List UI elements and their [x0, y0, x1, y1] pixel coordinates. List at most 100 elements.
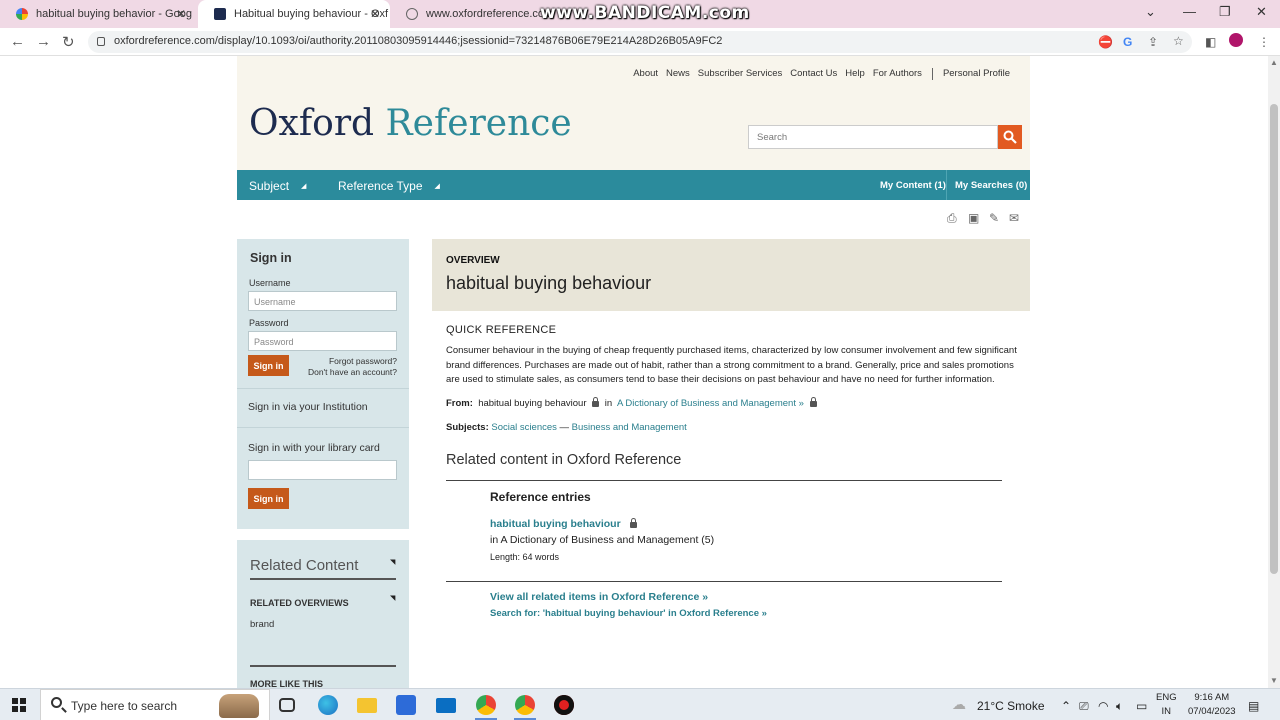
- email-icon[interactable]: ✉: [1009, 211, 1019, 225]
- weather-text[interactable]: 21°C Smoke: [977, 699, 1045, 713]
- link-contact-us[interactable]: Contact Us: [790, 68, 837, 80]
- bandicam-record-icon[interactable]: [554, 695, 574, 715]
- source-line: From: habitual buying behaviour in A Dic…: [446, 397, 1026, 409]
- reference-entry-link[interactable]: habitual buying behaviour: [490, 518, 640, 530]
- source-dictionary-link[interactable]: A Dictionary of Business and Management …: [617, 398, 804, 409]
- language-code: ENG: [1156, 692, 1177, 703]
- wifi-icon[interactable]: ◠: [1098, 699, 1108, 713]
- print-icon[interactable]: ⎙: [947, 211, 957, 226]
- page-scrollbar[interactable]: ▲ ▼: [1268, 56, 1280, 688]
- chrome-profile-icon[interactable]: [515, 695, 535, 715]
- notification-center-icon[interactable]: ▤: [1248, 699, 1259, 713]
- windows-taskbar: Type here to search ☁ 21°C Smoke ⌃ ⎚ ◠ 🔈…: [0, 688, 1280, 720]
- chrome-icon[interactable]: [476, 695, 496, 715]
- scroll-up-icon[interactable]: ▲: [1270, 58, 1278, 67]
- link-help[interactable]: Help: [845, 68, 865, 80]
- link-personal-profile[interactable]: Personal Profile: [943, 68, 1010, 80]
- back-icon[interactable]: ←: [10, 33, 25, 50]
- profile-avatar-icon[interactable]: [1229, 33, 1243, 47]
- meet-now-icon[interactable]: ⎚: [1079, 699, 1089, 714]
- save-icon[interactable]: ▣: [968, 211, 979, 225]
- view-all-related-link[interactable]: View all related items in Oxford Referen…: [490, 591, 708, 603]
- subject-link-social-sciences[interactable]: Social sciences: [491, 422, 556, 433]
- subject-link-business[interactable]: Business and Management: [572, 422, 687, 433]
- bookmark-star-icon[interactable]: ☆: [1173, 34, 1184, 48]
- nav-reference-type[interactable]: Reference Type ◢: [338, 179, 440, 193]
- scroll-down-icon[interactable]: ▼: [1270, 676, 1278, 685]
- url-bar[interactable]: oxfordreference.com/display/10.1093/oi/a…: [88, 31, 1192, 53]
- microsoft-store-icon[interactable]: [396, 695, 416, 715]
- register-link[interactable]: Don't have an account?: [308, 367, 397, 377]
- search-for-link[interactable]: Search for: 'habitual buying behaviour' …: [490, 608, 767, 619]
- taskbar-search-box[interactable]: Type here to search: [40, 689, 270, 720]
- library-card-input[interactable]: [248, 460, 397, 480]
- tab-oxford-site[interactable]: www.oxfordreference.com: [390, 0, 553, 28]
- share-icon[interactable]: ⇪: [1148, 35, 1158, 49]
- lock-icon: [629, 518, 637, 528]
- reload-icon[interactable]: ↻: [62, 33, 75, 51]
- from-label: From:: [446, 398, 473, 409]
- oxford-icon: [214, 8, 226, 20]
- task-view-icon[interactable]: [279, 698, 295, 712]
- close-tab-icon[interactable]: ✕: [176, 7, 186, 21]
- reference-entry-source: in A Dictionary of Business and Manageme…: [490, 534, 715, 546]
- forgot-password-link[interactable]: Forgot password?: [329, 356, 397, 366]
- maximize-icon[interactable]: ❐: [1219, 4, 1231, 20]
- link-about[interactable]: About: [633, 68, 658, 80]
- signin-button[interactable]: Sign in: [248, 355, 289, 376]
- nav-my-content[interactable]: My Content (1): [880, 180, 946, 191]
- tab-google-search[interactable]: habitual buying behavior - Goog ✕: [0, 0, 196, 28]
- search-icon: [1003, 130, 1017, 144]
- divider: [250, 665, 396, 667]
- close-tab-icon[interactable]: ✕: [370, 7, 380, 21]
- library-signin-button[interactable]: Sign in: [248, 488, 289, 509]
- battery-icon[interactable]: ▭: [1136, 699, 1147, 713]
- nav-my-searches[interactable]: My Searches (0): [955, 180, 1027, 191]
- divider: [946, 170, 947, 200]
- menu-kebab-icon[interactable]: ⋮: [1258, 35, 1270, 49]
- related-content-panel: Related Content ◥ RELATED OVERVIEWS ◥ br…: [237, 540, 409, 688]
- nav-subject[interactable]: Subject ◢: [249, 179, 306, 193]
- related-overview-link[interactable]: brand: [250, 619, 274, 630]
- link-for-authors[interactable]: For Authors: [873, 68, 922, 80]
- tab-search-icon[interactable]: ⌄: [1145, 4, 1156, 20]
- tab-oxford-reference[interactable]: Habitual buying behaviour - Oxf ✕: [198, 0, 390, 28]
- subjects-line: Subjects: Social sciences — Business and…: [446, 422, 1026, 433]
- forward-icon[interactable]: →: [36, 33, 51, 50]
- definition-text: Consumer behaviour in the buying of chea…: [446, 345, 1017, 385]
- expand-arrow-icon[interactable]: ◥: [390, 594, 395, 602]
- close-window-icon[interactable]: ✕: [1256, 4, 1267, 20]
- divider: [237, 388, 409, 389]
- link-news[interactable]: News: [666, 68, 690, 80]
- subject-separator: —: [559, 422, 570, 433]
- signin-panel: Sign in Username Username Password Passw…: [237, 239, 409, 529]
- annotate-pencil-icon[interactable]: ✎: [989, 211, 999, 225]
- sidebar-icon[interactable]: ◧: [1205, 35, 1216, 49]
- google-translate-icon[interactable]: G: [1123, 35, 1132, 49]
- volume-icon[interactable]: 🔈︎: [1116, 699, 1123, 714]
- overview-header: OVERVIEW habitual buying behaviour: [432, 239, 1030, 311]
- site-search-input[interactable]: Search: [748, 125, 998, 149]
- password-input[interactable]: Password: [248, 331, 397, 351]
- edge-icon[interactable]: [318, 695, 338, 715]
- link-subscriber-services[interactable]: Subscriber Services: [698, 68, 782, 80]
- expand-arrow-icon[interactable]: ◥: [390, 558, 395, 566]
- language-indicator[interactable]: ENG IN: [1156, 691, 1177, 719]
- from-in: in: [604, 398, 613, 409]
- page-title: habitual buying behaviour: [446, 273, 652, 293]
- username-input[interactable]: Username: [248, 291, 397, 311]
- minimize-icon[interactable]: —: [1183, 4, 1196, 19]
- logo-oxford: Oxford: [249, 103, 375, 144]
- institution-signin-link[interactable]: Sign in via your Institution: [248, 401, 368, 413]
- tray-chevron-icon[interactable]: ⌃: [1061, 699, 1071, 713]
- search-icon: [51, 697, 62, 708]
- blocked-icon[interactable]: ⛔: [1098, 35, 1113, 49]
- scrollbar-thumb[interactable]: [1270, 104, 1278, 574]
- oxford-reference-logo[interactable]: Oxford Reference: [249, 106, 572, 142]
- system-clock[interactable]: 9:16 AM 07/04/2023: [1188, 691, 1236, 719]
- search-button[interactable]: [998, 125, 1022, 149]
- tab-title: www.oxfordreference.com: [426, 8, 554, 20]
- file-explorer-icon[interactable]: [357, 698, 377, 713]
- mail-icon[interactable]: [436, 698, 456, 713]
- windows-start-icon[interactable]: [12, 698, 26, 712]
